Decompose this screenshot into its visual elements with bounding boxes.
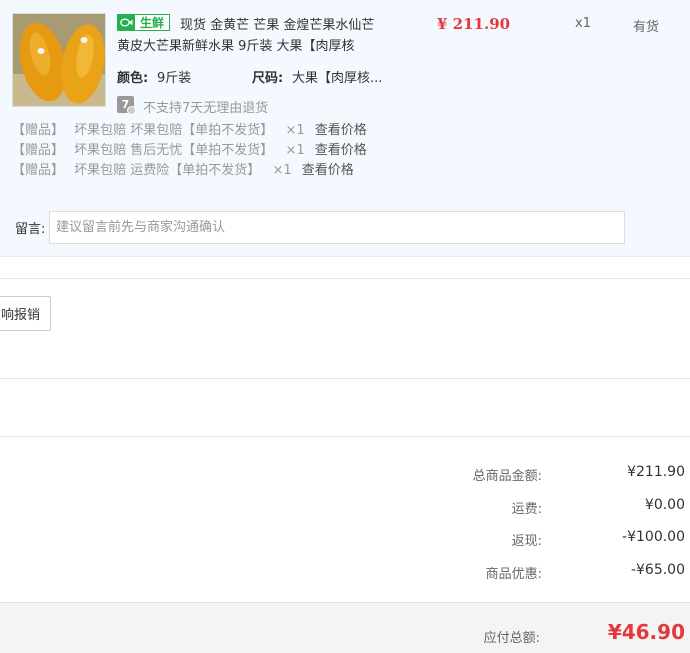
gift-name: 坏果包赔 售后无忧【单拍不发货】 — [74, 143, 274, 158]
divider — [0, 378, 690, 379]
gift-qty: ×1 — [285, 123, 305, 138]
product-quantity: x1 — [575, 16, 591, 31]
gift-tag: 【赠品】 — [12, 163, 65, 178]
summary-value: -¥65.00 — [630, 562, 685, 578]
badge-dot-icon — [127, 106, 136, 115]
gift-item: 【赠品】 坏果包赔 坏果包赔【单拍不发货】 ×1 查看价格 — [12, 119, 367, 138]
summary-label: 总商品金额: — [472, 469, 542, 484]
gift-view-price-link[interactable]: 查看价格 — [315, 123, 367, 138]
total-value: ¥46.90 — [607, 620, 685, 644]
total-label: 应付总额: — [483, 631, 540, 646]
product-price: ¥ 211.90 — [437, 15, 511, 33]
summary-value: ¥0.00 — [644, 497, 685, 513]
gift-name: 坏果包赔 坏果包赔【单拍不发货】 — [74, 123, 274, 138]
product-card: 生鲜 现货 金黄芒 芒果 金煌芒果水仙芒 黄皮大芒果新鲜水果 9斤装 大果【肉厚… — [0, 0, 690, 257]
fresh-tag-label: 生鲜 — [139, 15, 164, 30]
gift-tag: 【赠品】 — [12, 123, 65, 138]
product-thumbnail[interactable] — [12, 13, 106, 107]
product-title-line1[interactable]: 现货 金黄芒 芒果 金煌芒果水仙芒 — [180, 14, 374, 33]
divider — [0, 278, 690, 279]
mango-image — [13, 14, 105, 106]
gift-view-price-link[interactable]: 查看价格 — [315, 143, 367, 158]
gift-item: 【赠品】 坏果包赔 运费险【单拍不发货】 ×1 查看价格 — [12, 159, 354, 178]
divider — [0, 436, 690, 437]
remark-label: 留言: — [15, 222, 46, 237]
stock-status: 有货 — [633, 20, 660, 35]
gift-item: 【赠品】 坏果包赔 售后无忧【单拍不发货】 ×1 查看价格 — [12, 139, 367, 158]
product-title-line2[interactable]: 黄皮大芒果新鲜水果 9斤装 大果【肉厚核 — [117, 35, 355, 54]
color-value: 9斤装 — [157, 71, 192, 86]
fresh-tag: 生鲜 — [117, 14, 170, 31]
gift-tag: 【赠品】 — [12, 143, 65, 158]
total-bar: 应付总额: ¥46.90 — [0, 602, 690, 653]
invoice-button-label: 响报销 — [0, 308, 40, 323]
remark-input[interactable] — [49, 211, 625, 244]
gift-qty: ×1 — [272, 163, 292, 178]
gift-qty: ×1 — [285, 143, 305, 158]
size-value: 大果【肉厚核... — [292, 71, 383, 86]
return-policy-text: 不支持7天无理由退货 — [143, 101, 269, 116]
summary-label: 运费: — [511, 502, 542, 517]
summary-label: 返现: — [511, 534, 542, 549]
no-return-badge: 7 — [117, 96, 136, 115]
summary-label: 商品优惠: — [485, 567, 542, 582]
color-label: 颜色: — [117, 71, 149, 86]
gift-view-price-link[interactable]: 查看价格 — [302, 163, 354, 178]
gift-name: 坏果包赔 运费险【单拍不发货】 — [74, 163, 261, 178]
summary-value: ¥211.90 — [627, 464, 685, 480]
invoice-button[interactable]: 响报销 — [0, 296, 51, 331]
size-label: 尺码: — [252, 71, 284, 86]
fish-icon — [118, 15, 135, 30]
summary-value: -¥100.00 — [622, 529, 685, 545]
